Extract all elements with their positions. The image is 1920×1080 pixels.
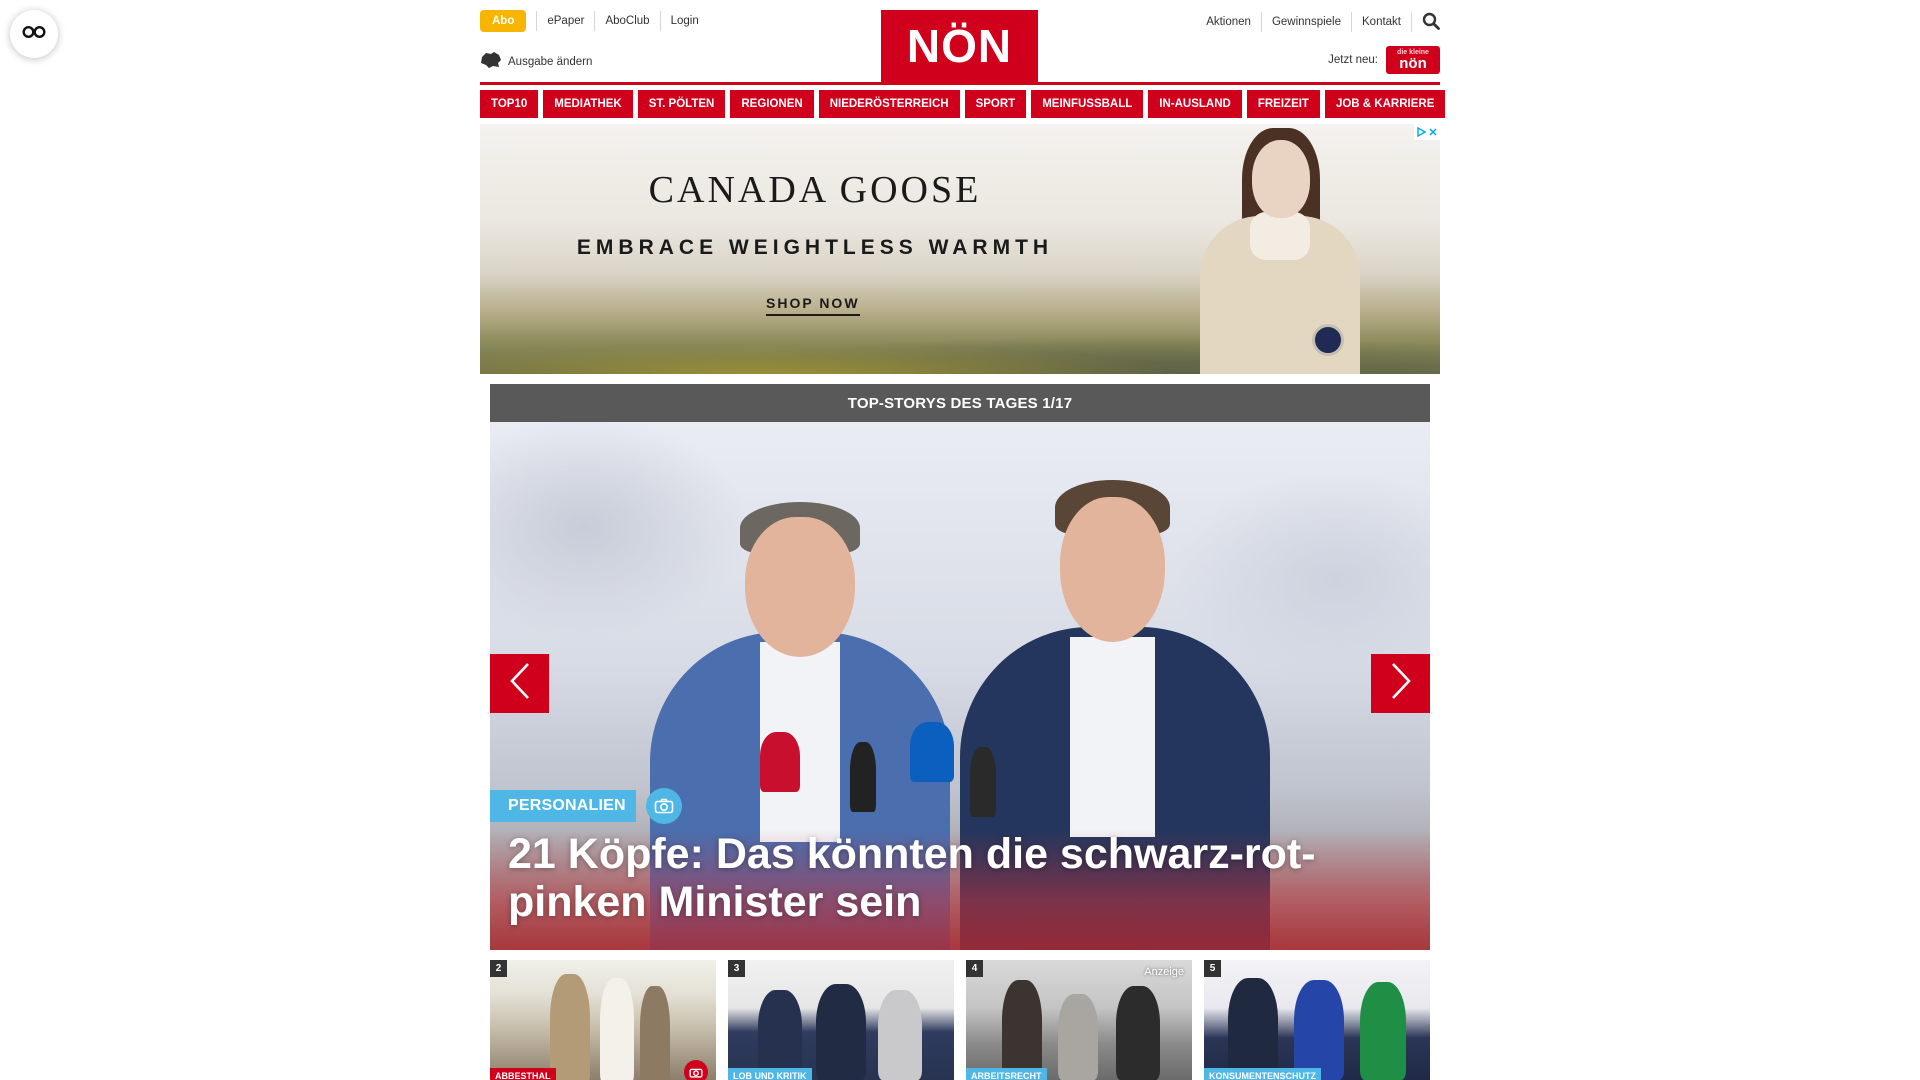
search-icon[interactable]: [1412, 10, 1440, 33]
story-thumbnail[interactable]: 3 LOB UND KRITIK: [728, 960, 954, 1080]
header-divider: [480, 82, 1440, 85]
nav-item-st-poelten[interactable]: ST. PÖLTEN: [637, 90, 726, 118]
jetzt-neu-label: Jetzt neu:: [1328, 54, 1378, 66]
top-stories-heading: TOP-STORYS DES TAGES 1/17: [490, 384, 1430, 422]
login-link[interactable]: Login: [659, 11, 709, 31]
edition-label: Ausgabe ändern: [508, 55, 593, 68]
ad-shop-now-link[interactable]: SHOP NOW: [766, 295, 860, 316]
lower-austria-map-icon: [480, 51, 502, 72]
orf-microphone: [760, 732, 800, 792]
story-rank: 5: [1204, 960, 1221, 977]
hero-category-tag[interactable]: PERSONALIEN: [490, 790, 636, 822]
hero-story[interactable]: PERSONALIEN 21 Köpfe: Das könnten die sc…: [490, 422, 1430, 950]
nav-item-top10[interactable]: TOP10: [480, 90, 539, 118]
top-left-links: Abo ePaper AboClub Login: [480, 10, 709, 32]
epaper-link[interactable]: ePaper: [536, 11, 594, 31]
die-kleine-noen-logo[interactable]: die kleine nön: [1386, 46, 1440, 74]
gewinnspiele-link[interactable]: Gewinnspiele: [1262, 11, 1352, 32]
jetzt-neu-promo: Jetzt neu: die kleine nön: [1328, 46, 1440, 74]
story-rank: 3: [728, 960, 745, 977]
story-thumbnails: 2 ABBESTHAL 3 LOB UND KRITIK 4 Anzeige A…: [490, 960, 1430, 1080]
top-stories-section: TOP-STORYS DES TAGES 1/17 PERSONALIEN 21…: [490, 384, 1430, 950]
puls24-microphone: [910, 722, 954, 782]
ad-tagline: EMBRACE WEIGHTLESS WARMTH: [576, 236, 1054, 259]
nav-item-meinfussball[interactable]: MEINFUSSBALL: [1031, 90, 1144, 118]
story-rank: 2: [490, 960, 507, 977]
story-thumbnail[interactable]: 4 Anzeige ARBEITSRECHT: [966, 960, 1192, 1080]
story-category: LOB UND KRITIK: [728, 1068, 812, 1080]
accessibility-glasses-icon: [22, 25, 46, 44]
story-category: ARBEITSRECHT: [966, 1068, 1047, 1080]
hero-headline[interactable]: 21 Köpfe: Das könnten die schwarz-rot-pi…: [508, 830, 1370, 926]
microphone: [970, 747, 996, 817]
story-thumbnail[interactable]: 2 ABBESTHAL: [490, 960, 716, 1080]
nav-item-mediathek[interactable]: MEDIATHEK: [543, 90, 633, 118]
camera-icon: [684, 1060, 708, 1080]
top-right-links: Aktionen Gewinnspiele Kontakt: [1196, 10, 1440, 33]
chevron-right-icon: [1390, 662, 1412, 705]
nav-item-freizeit[interactable]: FREIZEIT: [1246, 90, 1320, 118]
story-category: KONSUMENTENSCHUTZ: [1204, 1068, 1321, 1080]
nav-item-regionen[interactable]: REGIONEN: [730, 90, 814, 118]
aboclub-link[interactable]: AboClub: [594, 11, 659, 31]
page-container: Abo ePaper AboClub Login Ausgabe ändern …: [480, 0, 1446, 1080]
accessibility-button[interactable]: [10, 10, 58, 58]
sponsored-label: Anzeige: [1144, 966, 1184, 978]
story-category: ABBESTHAL: [490, 1068, 556, 1080]
camera-icon: [646, 788, 682, 824]
nav-item-in-ausland[interactable]: IN-AUSLAND: [1148, 90, 1242, 118]
carousel-prev-button[interactable]: [490, 654, 549, 713]
main-navigation: TOP10 MEDIATHEK ST. PÖLTEN REGIONEN NIED…: [480, 90, 1446, 118]
ad-brand-text: CANADA GOOSE: [648, 169, 982, 211]
chevron-left-icon: [509, 662, 531, 705]
story-thumbnail[interactable]: 5 KONSUMENTENSCHUTZ: [1204, 960, 1430, 1080]
nav-item-job-karriere[interactable]: JOB & KARRIERE: [1324, 90, 1446, 118]
aktionen-link[interactable]: Aktionen: [1196, 11, 1262, 32]
noen-logo[interactable]: NÖN: [881, 10, 1038, 82]
microphone: [850, 742, 876, 812]
die-kleine-big-text: nön: [1399, 55, 1427, 72]
canada-goose-ad-banner[interactable]: CANADA GOOSE EMBRACE WEIGHTLESS WARMTH S…: [480, 124, 1440, 374]
ad-model-image: [1200, 124, 1360, 374]
nav-item-sport[interactable]: SPORT: [964, 90, 1027, 118]
kontakt-link[interactable]: Kontakt: [1352, 11, 1412, 32]
edition-switcher[interactable]: Ausgabe ändern: [480, 51, 592, 72]
site-header: Abo ePaper AboClub Login Ausgabe ändern …: [480, 0, 1440, 85]
story-rank: 4: [966, 960, 983, 977]
abo-button[interactable]: Abo: [480, 10, 527, 32]
ad-choices-icon[interactable]: [1414, 124, 1440, 140]
nav-item-niederoesterreich[interactable]: NIEDERÖSTERREICH: [818, 90, 960, 118]
carousel-next-button[interactable]: [1371, 654, 1430, 713]
